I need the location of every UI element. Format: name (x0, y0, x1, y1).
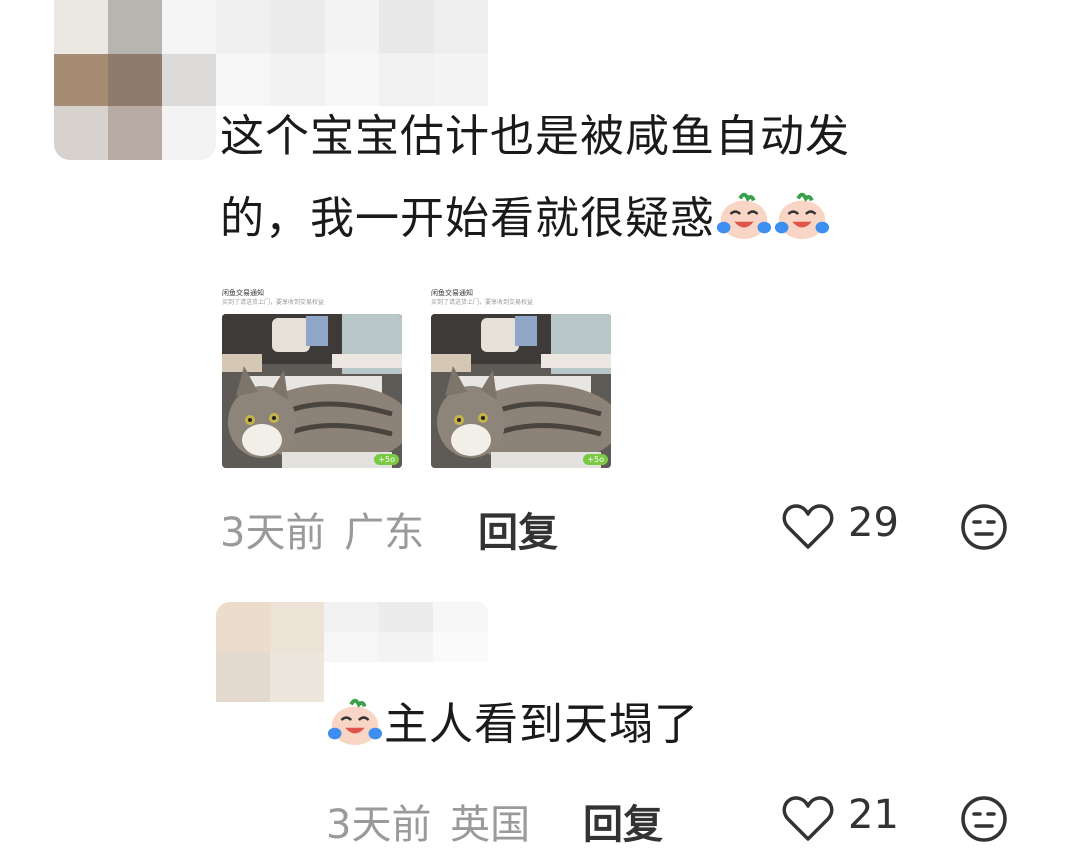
like-count: 21 (848, 792, 899, 838)
comment-meta: 3天前 广东 (220, 500, 424, 558)
avatar[interactable] (216, 602, 324, 702)
cat-photo: +5o (222, 314, 402, 468)
like-count: 29 (848, 500, 899, 546)
comment-time: 3天前 (220, 510, 326, 556)
comment-line: 的，我一开始看就很疑惑 (220, 178, 850, 260)
attachment-title: 闲鱼交易通知 (431, 289, 473, 297)
cry-laugh-emoji-icon (716, 192, 772, 240)
cat-photo-art (431, 314, 611, 468)
avatar[interactable] (54, 0, 216, 160)
comment-text: 主人看到天塌了 (326, 684, 699, 766)
reply-button[interactable]: 回复 (583, 792, 663, 850)
attachment-image[interactable]: 闲鱼交易通知 买到了请送货上门，要享收到交易权益 +5o (222, 288, 404, 468)
heart-outline-icon[interactable] (782, 795, 834, 843)
attachment-image[interactable]: 闲鱼交易通知 买到了请送货上门，要享收到交易权益 +5o (431, 288, 613, 468)
comment-meta: 3天前 英国 (326, 792, 530, 850)
comment-time: 3天前 (326, 802, 432, 848)
attachment-badge: +5o (374, 454, 399, 465)
comment-location: 广东 (344, 510, 425, 556)
comment-line: 这个宝宝估计也是被咸鱼自动发 (220, 111, 850, 162)
username[interactable] (324, 602, 488, 662)
cry-laugh-emoji-icon (327, 698, 383, 746)
comment-location: 英国 (450, 802, 531, 848)
attachment-subtitle: 买到了请送货上门，要享收到交易权益 (222, 299, 325, 306)
meh-face-icon[interactable] (960, 795, 1008, 843)
reply-button[interactable]: 回复 (478, 500, 558, 558)
username[interactable] (216, 0, 488, 106)
cat-photo-art (222, 314, 402, 468)
attachment-subtitle: 买到了请送货上门，要享收到交易权益 (431, 299, 534, 306)
heart-outline-icon[interactable] (782, 503, 834, 551)
cat-photo: +5o (431, 314, 611, 468)
attachment-title: 闲鱼交易通知 (222, 289, 264, 297)
meh-face-icon[interactable] (960, 503, 1008, 551)
comment-text: 这个宝宝估计也是被咸鱼自动发 的，我一开始看就很疑惑 (220, 96, 850, 260)
comment-line: 主人看到天塌了 (384, 699, 699, 750)
cry-laugh-emoji-icon (774, 192, 830, 240)
attachment-badge: +5o (583, 454, 608, 465)
